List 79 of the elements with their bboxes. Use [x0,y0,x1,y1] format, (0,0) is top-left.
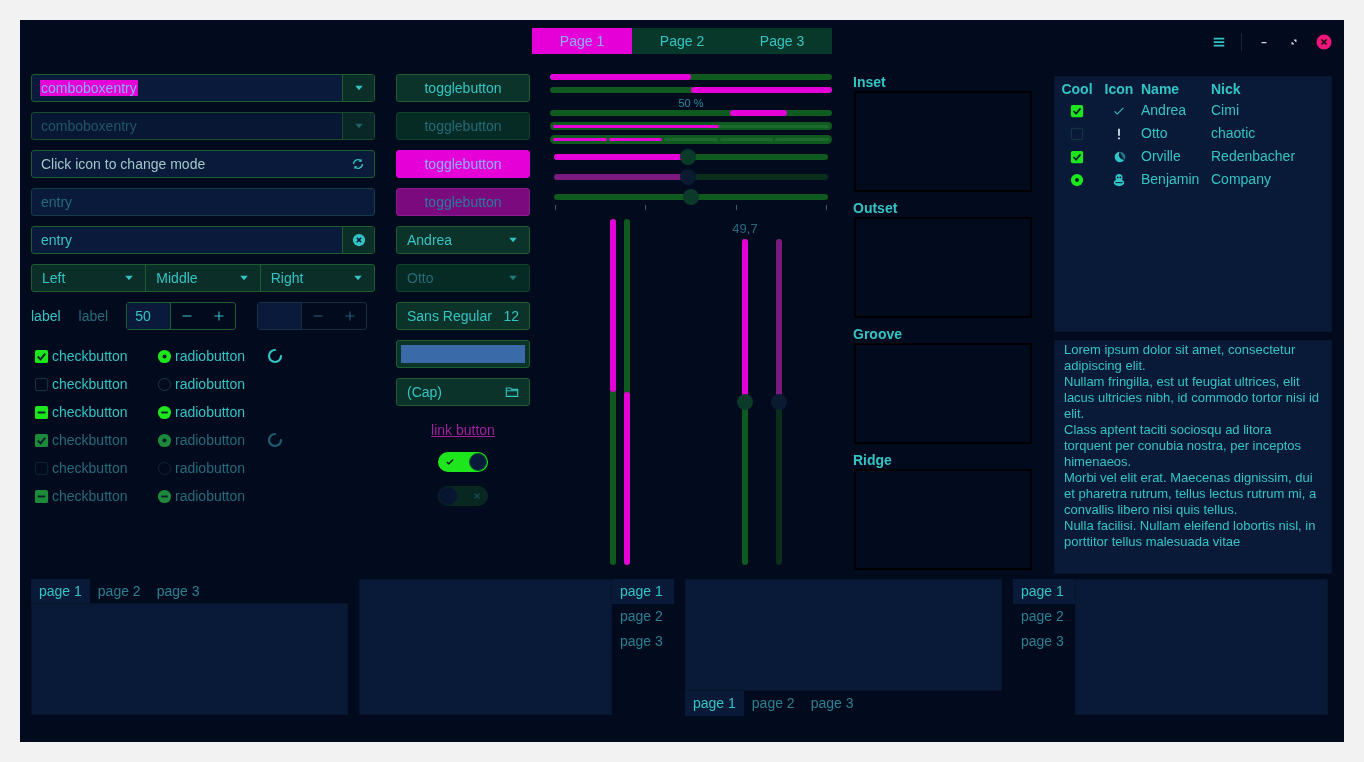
radio-label[interactable]: radiobutton [175,373,246,395]
scale-value: 49,7 [732,220,758,238]
dropdown[interactable]: Right [259,265,374,291]
dropdown[interactable]: Left [32,265,146,291]
text-paragraph: Nulla facilisi. Nullam eleifend lobortis nisl, in porttitor tellus malesuada vitae [1064,518,1317,550]
dropdown[interactable]: Middle [145,265,260,291]
vertical-slider[interactable] [737,239,753,565]
folder-icon [505,385,519,399]
notebook-tab[interactable]: page 2 [1013,604,1075,629]
radio-label[interactable]: radiobutton [175,345,246,367]
frame-label: Inset [853,74,887,91]
slider-thumb[interactable] [683,189,699,205]
toggle-button[interactable]: togglebutton [396,74,530,102]
notebook-tab[interactable]: page 3 [148,579,208,604]
table-cell-text: Company [1211,170,1271,189]
notebook-tab[interactable]: page 1 [685,691,744,716]
plus-icon [213,310,226,322]
slider-thumb[interactable] [680,149,697,165]
notebook-tab[interactable]: page 2 [743,691,803,716]
text-field[interactable]: Click icon to change mode [31,150,375,178]
moon-icon [1112,149,1126,164]
slider[interactable] [554,169,828,185]
text-paragraph: Class aptent taciti sociosqu ad litora torquent per conubia nostra, per inceptos himenaeos. [1064,422,1303,470]
notebook-tab[interactable]: page 3 [802,691,862,716]
label-text: label [31,306,61,326]
table-cell-text: Redenbacher [1211,147,1296,166]
radio-label[interactable]: radiobutton [175,401,246,423]
refresh-icon [351,157,365,171]
close-icon [1316,34,1332,50]
spin-button[interactable]: 50 [126,302,237,330]
vertical-slider[interactable] [771,239,787,565]
column-header[interactable]: Nick [1211,78,1241,100]
table-cell-text: Cimi [1211,101,1239,120]
frame-label: Groove [853,326,903,343]
table-cell-text: Andrea [1141,101,1187,120]
notebook-tab[interactable]: page 1 [612,579,674,604]
text-paragraph: Lorem ipsum dolor sit amet, consectetur adipiscing elit. [1064,342,1297,374]
table-cell-text: Benjamin [1141,170,1200,189]
checkbox-label[interactable]: checkbutton [52,345,128,367]
column-header[interactable]: Icon [1104,78,1134,100]
clear-icon [351,233,366,247]
notebook-tab[interactable]: page 1 [31,579,90,604]
restore-icon [1289,37,1299,47]
page-tab[interactable]: Page 3 [732,28,832,54]
table-cell-text: Otto [1141,124,1168,143]
label-text: label [78,306,109,326]
entry-field[interactable]: entry [31,188,375,216]
text-paragraph: Nullam fringilla, est ut feugiat ultrices, elit lacus ultricies nibh, id commodo tortor nisi id elit. [1064,374,1321,422]
text-paragraph: Morbi vel elit erat. Maecenas dignissim, dui et pharetra rutrum, tellus lectus rutrum mi, a convallis libero nisi quis tellus. [1064,470,1318,518]
slider[interactable] [554,149,828,165]
slider-thumb[interactable] [737,394,753,410]
close-button[interactable] [1316,34,1332,50]
frame-label: Ridge [853,452,893,469]
notebook-tab[interactable]: page 3 [612,629,674,654]
entry-field[interactable]: entry [31,226,375,254]
color-button[interactable] [396,340,530,368]
checkbox-label[interactable]: checkbutton [52,401,128,423]
plus-icon [344,310,357,322]
checkbox-label[interactable]: checkbutton [52,373,128,395]
cross-icon [473,492,481,500]
progress-text: 50 % [677,97,705,109]
column-header[interactable]: Cool [1061,78,1093,100]
text-view[interactable] [1054,340,1332,574]
notebook-tab[interactable]: page 2 [89,579,149,604]
table-cell-text: Orville [1141,147,1181,166]
dropdown[interactable]: Andrea [396,226,530,254]
table-cell-text: chaotic [1211,124,1256,143]
frame-label: Outset [853,200,899,217]
page-tab[interactable]: Page 2 [632,28,732,54]
menu-icon [1212,35,1226,49]
toggle-switch[interactable] [438,452,488,472]
file-button[interactable]: (Cap) [396,378,530,406]
font-button[interactable]: Sans Regular 12 [396,302,530,330]
check-icon [445,457,455,467]
notebook-tab[interactable]: page 3 [1013,629,1075,654]
column-header[interactable]: Name [1141,78,1180,100]
notebook-tab[interactable]: page 2 [612,604,674,629]
slider[interactable] [554,189,828,205]
notebook-tab[interactable]: page 1 [1013,579,1075,604]
